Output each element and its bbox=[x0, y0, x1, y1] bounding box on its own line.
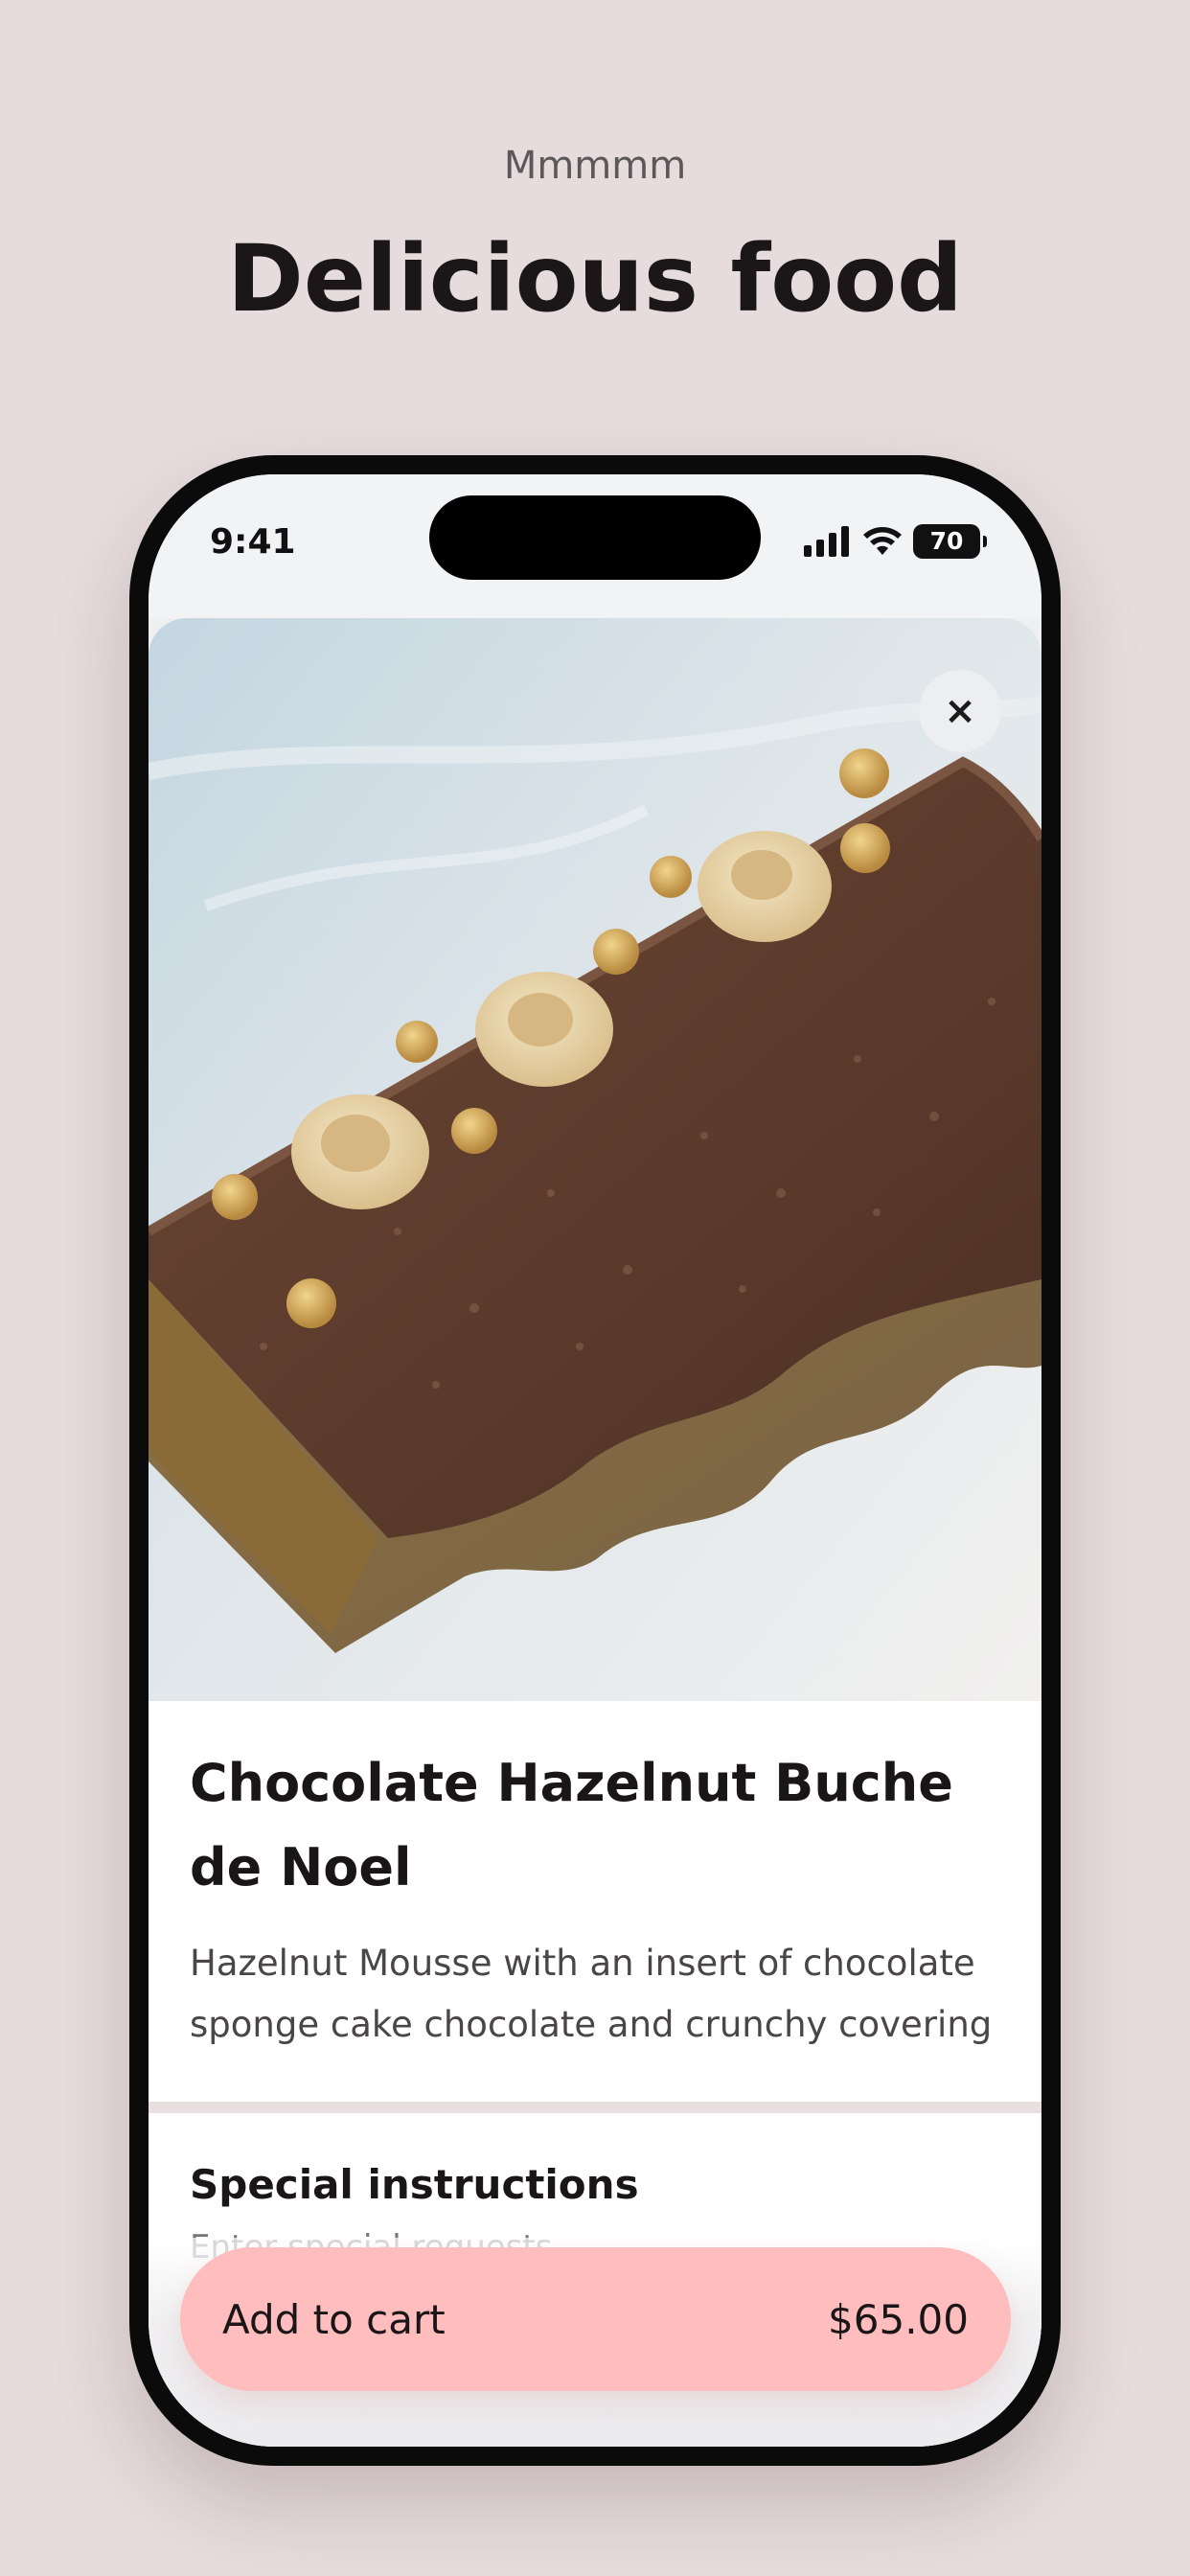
wifi-icon bbox=[863, 527, 902, 555]
section-divider bbox=[149, 2102, 1041, 2113]
add-to-cart-label: Add to cart bbox=[222, 2295, 446, 2343]
phone-screen: 9:41 70 × Chocolate Hazelnut Buche de No… bbox=[149, 474, 1041, 2447]
product-photo bbox=[149, 618, 1041, 1701]
product-sheet: × Chocolate Hazelnut Buche de Noel Hazel… bbox=[149, 618, 1041, 2447]
dynamic-island bbox=[429, 495, 761, 580]
add-to-cart-button[interactable]: Add to cart $65.00 bbox=[180, 2247, 1011, 2391]
battery-icon: 70 bbox=[913, 524, 987, 559]
promo-title: Delicious food bbox=[227, 225, 963, 333]
status-bar: 9:41 70 bbox=[149, 474, 1041, 618]
product-description: Hazelnut Mousse with an insert of chocol… bbox=[190, 1943, 993, 2045]
product-title: Chocolate Hazelnut Buche de Noel bbox=[190, 1753, 953, 1898]
close-button[interactable]: × bbox=[919, 670, 1001, 752]
promo-subtitle: Mmmmm bbox=[503, 144, 687, 188]
cart-price: $65.00 bbox=[828, 2295, 969, 2343]
special-instructions-title: Special instructions bbox=[190, 2161, 639, 2208]
close-icon: × bbox=[944, 689, 976, 733]
phone-frame: 9:41 70 × Chocolate Hazelnut Buche de No… bbox=[129, 455, 1061, 2466]
status-time: 9:41 bbox=[210, 522, 296, 562]
status-icons: 70 bbox=[804, 524, 987, 559]
cellular-signal-icon bbox=[804, 526, 849, 557]
